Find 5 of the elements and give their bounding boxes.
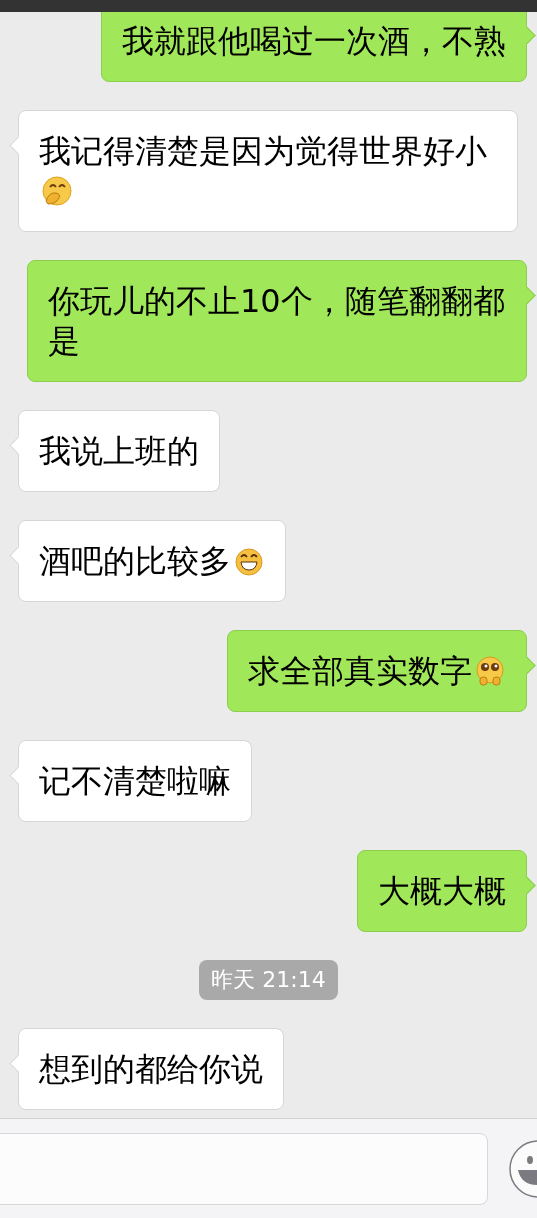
message-input-field[interactable]	[0, 1132, 488, 1205]
grinning-face-icon	[233, 545, 265, 577]
pleading-face-icon	[474, 655, 506, 687]
timestamp: 昨天 21:14	[199, 960, 338, 1000]
hand-over-mouth-emoji-icon	[41, 175, 73, 207]
